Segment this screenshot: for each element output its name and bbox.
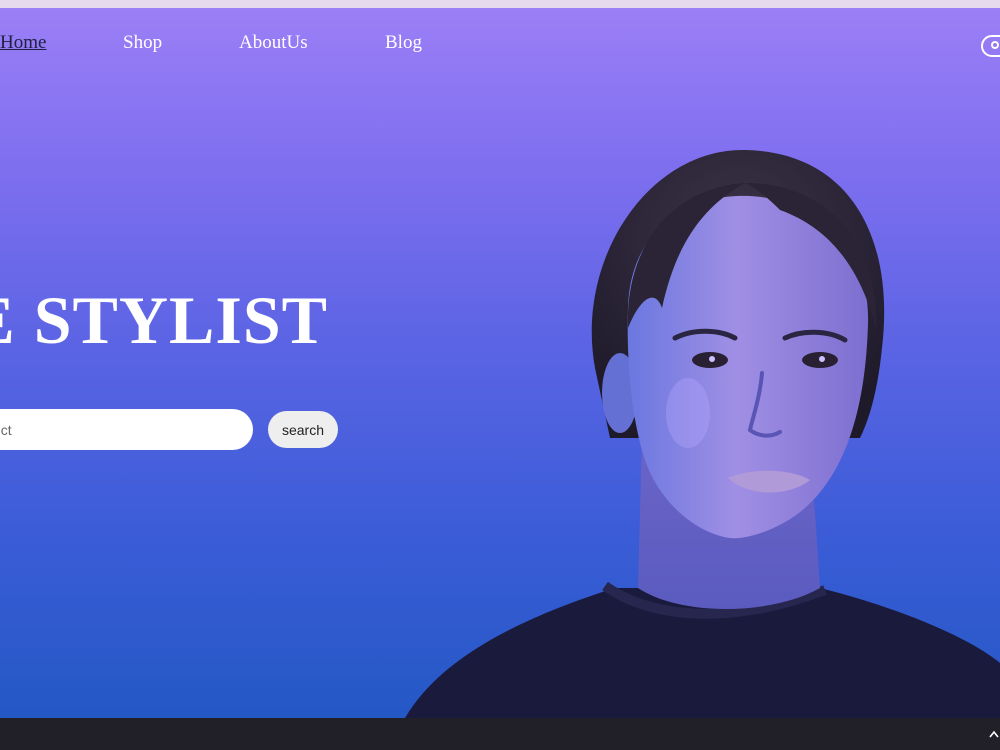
search-input[interactable] [0,409,253,450]
main-nav: Home Shop AboutUs Blog [0,8,1000,78]
top-strip [0,0,1000,8]
woman-portrait [405,149,1000,718]
search-button[interactable]: search [268,411,338,448]
footer-bar [0,718,1000,750]
chevron-up-icon[interactable] [988,727,1000,739]
search-field [0,409,253,450]
nav-item-blog[interactable]: Blog [385,32,422,54]
nav-item-aboutus[interactable]: AboutUs [239,32,308,54]
nav-item-home[interactable]: Home [0,32,46,54]
user-circle-icon[interactable] [981,35,1000,57]
hero-title: E STYLIST [0,282,328,358]
nav-item-shop[interactable]: Shop [123,32,162,54]
hero-section: Home Shop AboutUs Blog E STYLIST search [0,8,1000,718]
